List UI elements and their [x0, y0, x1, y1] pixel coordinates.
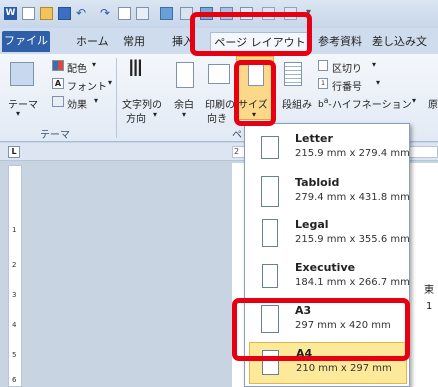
line-numbers-button[interactable]: 行番号 [332, 78, 362, 93]
font-icon[interactable]: A [52, 78, 64, 89]
size-option-dims: 279.4 mm x 431.8 mm [295, 192, 410, 203]
columns-icon[interactable] [284, 62, 302, 86]
document-text: 東 [424, 285, 434, 296]
chevron-down-icon: ▾ [108, 78, 113, 87]
page-thumbnail-icon [262, 219, 278, 247]
breaks-button[interactable]: 区切り [332, 60, 362, 75]
highlight-a4-option [232, 298, 410, 361]
size-option-legal[interactable]: Legal 215.9 mm x 355.6 mm [249, 214, 410, 256]
orientation-icon[interactable] [208, 64, 230, 84]
size-option-dims: 215.9 mm x 355.6 mm [295, 234, 410, 245]
tab-selector[interactable]: L [8, 146, 20, 158]
save-icon[interactable] [58, 7, 71, 20]
open-folder-icon[interactable] [40, 7, 53, 20]
color-palette-icon[interactable] [52, 60, 64, 71]
size-option-name: Legal [295, 218, 329, 231]
group-divider [116, 58, 117, 138]
chevron-down-icon: ▾ [412, 96, 417, 105]
chevron-down-icon: ▾ [94, 96, 99, 105]
text-direction-icon[interactable]: Ⅲ [128, 58, 143, 82]
redo-icon[interactable]: ↷ [100, 7, 113, 20]
highlight-page-layout-tab [190, 12, 312, 56]
print-preview-icon[interactable] [118, 7, 131, 20]
document-text: 1 [426, 301, 433, 312]
theme-group-label: テーマ [40, 130, 70, 141]
undo-icon[interactable]: ↶ [76, 7, 89, 20]
quick-access-icon[interactable] [136, 7, 149, 20]
page-thumbnail-icon [261, 136, 279, 159]
hyphenation-icon[interactable]: ba- [318, 96, 332, 110]
effects-icon[interactable] [52, 96, 64, 107]
chevron-down-icon: ▾ [16, 109, 21, 118]
margins-button[interactable]: 余白 [174, 96, 194, 111]
theme-icon[interactable] [10, 62, 34, 86]
size-option-executive[interactable]: Executive 184.1 mm x 266.7 mm [249, 257, 410, 299]
word-logo-icon: W [4, 7, 17, 20]
effects-button[interactable]: 効果 [67, 96, 87, 111]
chevron-down-icon: ▾ [376, 78, 381, 87]
ruler-mark: 6 [12, 376, 17, 384]
vertical-ruler[interactable]: 1 2 3 4 5 6 [8, 165, 22, 387]
tab-mailings[interactable]: 差し込み文 [372, 32, 427, 52]
highlight-size-button [234, 60, 276, 126]
chevron-down-icon: ▾ [92, 60, 97, 69]
chevron-down-icon: ▾ [182, 110, 187, 119]
chevron-down-icon: ▾ [372, 60, 377, 69]
ruler-mark: 3 [12, 291, 17, 299]
ruler-mark: 5 [12, 351, 17, 359]
page-setup-group-label: ペ [232, 130, 242, 141]
ruler-mark: 2 [234, 147, 240, 156]
hyphenation-button[interactable]: ハイフネーション [332, 96, 412, 111]
orientation-label: 向き [207, 114, 227, 125]
colors-button[interactable]: 配色 [67, 60, 87, 75]
tab-file[interactable]: ファイル [2, 31, 50, 52]
fonts-button[interactable]: フォント [67, 78, 107, 93]
page-thumbnail-icon [262, 264, 278, 288]
size-option-dims: 210 mm x 297 mm [296, 363, 392, 374]
size-option-letter[interactable]: Letter 215.9 mm x 279.4 mm [249, 128, 410, 170]
line-numbers-icon[interactable]: 1 [318, 78, 328, 89]
chevron-down-icon: ▾ [153, 110, 158, 119]
size-option-tabloid[interactable]: Tabloid 279.4 mm x 431.8 mm [249, 172, 410, 214]
theme-button[interactable]: テーマ [8, 96, 38, 111]
ruler-mark: 1 [12, 226, 17, 234]
tab-home[interactable]: ホーム [76, 32, 109, 52]
ruler-mark: 2 [12, 261, 17, 269]
page-thumbnail-icon [261, 176, 279, 207]
columns-button[interactable]: 段組み [282, 96, 312, 111]
ruler-mark: 4 [12, 321, 17, 329]
size-option-name: Tabloid [295, 176, 340, 189]
size-option-dims: 184.1 mm x 266.7 mm [295, 277, 410, 288]
breaks-icon[interactable] [318, 60, 328, 71]
size-option-dims: 215.9 mm x 279.4 mm [295, 148, 410, 159]
text-direction-button[interactable]: 文字列の [122, 96, 162, 111]
size-option-name: Executive [295, 261, 356, 274]
new-document-icon[interactable] [22, 7, 35, 20]
tab-references[interactable]: 参考資料 [318, 32, 362, 52]
margins-icon[interactable] [176, 62, 194, 88]
size-option-name: Letter [295, 132, 333, 145]
quick-access-icon[interactable] [160, 7, 173, 20]
ribbon-partial-label: 原 [428, 100, 438, 111]
text-direction-label: 方向 [126, 114, 146, 125]
orientation-button[interactable]: 印刷の [205, 96, 235, 111]
tab-common[interactable]: 常用 [123, 32, 145, 52]
